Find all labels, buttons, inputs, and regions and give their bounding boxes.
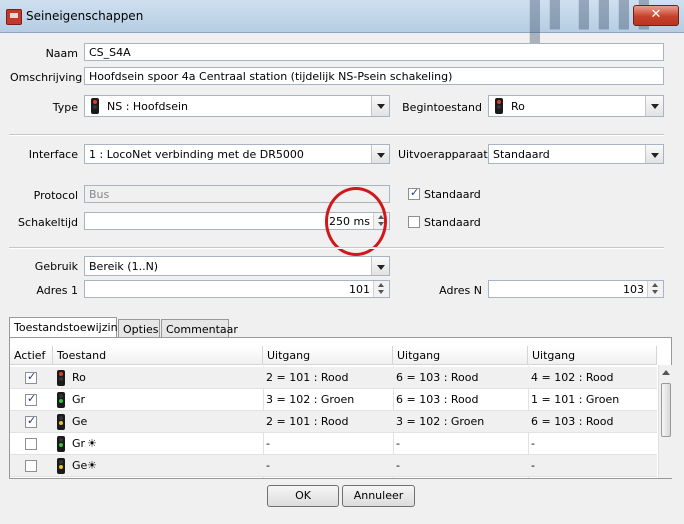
chevron-down-icon[interactable] <box>371 257 389 275</box>
adresN-spinner[interactable]: 103 <box>488 280 664 298</box>
signal-yellow-icon <box>57 414 65 430</box>
chevron-down-icon[interactable] <box>645 96 663 116</box>
naam-label: Naam <box>45 47 78 60</box>
spinner-arrows[interactable] <box>647 281 663 297</box>
tab-commentaar[interactable]: Commentaar <box>161 319 238 338</box>
chevron-down-icon[interactable] <box>645 145 663 163</box>
signal-green-icon <box>57 392 65 408</box>
adresN-label: Adres N <box>439 284 482 297</box>
begintoestand-label: Begintoestand <box>402 101 482 114</box>
type-value: NS : Hoofdsein <box>107 100 189 113</box>
row-uitgang-1: 2 = 101 : Rood <box>266 371 349 384</box>
separator <box>9 134 664 136</box>
row-active-checkbox[interactable] <box>25 414 37 428</box>
col-header-uitgang-1[interactable]: Uitgang <box>263 346 393 365</box>
row-uitgang-2: 6 = 103 : Rood <box>396 371 479 384</box>
row-uitgang-3: 1 = 101 : Groen <box>531 393 620 406</box>
row-active-checkbox[interactable] <box>25 460 37 472</box>
row-state: Ge <box>72 459 88 472</box>
row-uitgang-2: - <box>396 437 400 450</box>
schakeltijd-standaard-checkbox[interactable] <box>408 216 420 228</box>
row-state: Ge <box>72 415 88 428</box>
row-uitgang-3: 4 = 102 : Rood <box>531 371 614 384</box>
table-row[interactable]: Gr 3 = 102 : Groen 6 = 103 : Rood 1 = 10… <box>10 389 657 411</box>
adres1-label: Adres 1 <box>36 284 78 297</box>
row-state: Gr <box>72 393 86 406</box>
title-bar[interactable]: ▌▌ ▌▌▌▌ ▌ Seineigenschappen ✕ <box>0 0 684 60</box>
protocol-label: Protocol <box>33 189 78 202</box>
omschrijving-label: Omschrijving <box>10 71 83 84</box>
col-header-actief[interactable]: Actief <box>10 346 53 365</box>
interface-value: 1 : LocoNet verbinding met de DR5000 <box>89 148 304 161</box>
state-table: Actief Toestand Uitgang Uitgang Uitgang … <box>9 337 673 479</box>
gebruik-label: Gebruik <box>34 260 78 273</box>
omschrijving-input[interactable]: Hoofdsein spoor 4a Centraal station (tij… <box>84 67 664 85</box>
sun-icon: ☀ <box>87 459 97 472</box>
chevron-down-icon[interactable] <box>371 96 389 116</box>
interface-label: Interface <box>28 148 78 161</box>
type-label: Type <box>52 101 78 114</box>
table-row[interactable]: Gr ☀ - - - <box>10 433 657 455</box>
table-row[interactable]: Ge ☀ - - - <box>10 455 657 477</box>
row-uitgang-1: - <box>266 437 270 450</box>
type-select[interactable]: NS : Hoofdsein <box>84 95 390 117</box>
scroll-up-icon[interactable] <box>662 370 670 375</box>
gebruik-select[interactable]: Bereik (1..N) <box>84 256 390 276</box>
vertical-scrollbar[interactable] <box>658 365 673 478</box>
row-state: Gr <box>72 437 86 450</box>
col-header-toestand[interactable]: Toestand <box>53 346 263 365</box>
table-row[interactable]: Ge 2 = 101 : Rood 3 = 102 : Groen 6 = 10… <box>10 411 657 433</box>
row-uitgang-1: 3 = 102 : Groen <box>266 393 355 406</box>
row-uitgang-3: - <box>531 459 535 472</box>
table-row[interactable]: Ro 2 = 101 : Rood 6 = 103 : Rood 4 = 102… <box>10 367 657 389</box>
signal-green-icon <box>57 436 65 452</box>
uitvoerapparaat-select[interactable]: Standaard <box>488 144 664 164</box>
app-icon <box>6 9 22 25</box>
sun-icon: ☀ <box>87 437 97 450</box>
red-highlight-circle <box>325 187 387 256</box>
row-uitgang-3: 6 = 103 : Rood <box>531 415 614 428</box>
signal-red-icon <box>91 98 99 114</box>
schakeltijd-label: Schakeltijd <box>18 216 78 229</box>
schakeltijd-standaard-label: Standaard <box>424 216 481 229</box>
begintoestand-value: Ro <box>511 100 525 113</box>
chevron-down-icon[interactable] <box>371 145 389 163</box>
naam-input[interactable]: CS_S4A <box>84 43 664 61</box>
row-uitgang-2: 3 = 102 : Groen <box>396 415 485 428</box>
adres1-value: 101 <box>349 283 370 296</box>
window-title: Seineigenschappen <box>26 9 144 23</box>
row-uitgang-2: - <box>396 459 400 472</box>
begintoestand-select[interactable]: Ro <box>488 95 664 117</box>
col-header-uitgang-3[interactable]: Uitgang <box>528 346 657 365</box>
row-uitgang-1: 2 = 101 : Rood <box>266 415 349 428</box>
gebruik-value: Bereik (1..N) <box>89 260 159 273</box>
adresN-value: 103 <box>623 283 644 296</box>
annuleer-button[interactable]: Annuleer <box>342 485 415 507</box>
uitvoerapparaat-label: Uitvoerapparaat <box>398 148 488 161</box>
row-uitgang-1: - <box>266 459 270 472</box>
protocol-standaard-label: Standaard <box>424 188 481 201</box>
tab-toestandstoewijzing[interactable]: Toestandstoewijzing <box>9 317 125 338</box>
scroll-thumb[interactable] <box>661 383 671 437</box>
spinner-arrows[interactable] <box>373 281 389 297</box>
uitvoerapparaat-value: Standaard <box>493 148 550 161</box>
signal-red-icon <box>57 370 65 386</box>
signal-red-icon <box>495 98 503 114</box>
protocol-standaard-checkbox[interactable] <box>408 186 420 200</box>
row-uitgang-2: 6 = 103 : Rood <box>396 393 479 406</box>
separator <box>9 247 664 249</box>
interface-select[interactable]: 1 : LocoNet verbinding met de DR5000 <box>84 144 390 164</box>
row-uitgang-3: - <box>531 437 535 450</box>
close-button[interactable]: ✕ <box>633 5 679 26</box>
adres1-spinner[interactable]: 101 <box>84 280 390 298</box>
signal-yellow-icon <box>57 458 65 474</box>
row-state: Ro <box>72 371 86 384</box>
row-active-checkbox[interactable] <box>25 438 37 450</box>
row-active-checkbox[interactable] <box>25 392 37 406</box>
ok-button[interactable]: OK <box>267 485 339 507</box>
row-active-checkbox[interactable] <box>25 370 37 384</box>
tab-opties[interactable]: Opties <box>118 319 160 338</box>
col-header-uitgang-2[interactable]: Uitgang <box>393 346 528 365</box>
